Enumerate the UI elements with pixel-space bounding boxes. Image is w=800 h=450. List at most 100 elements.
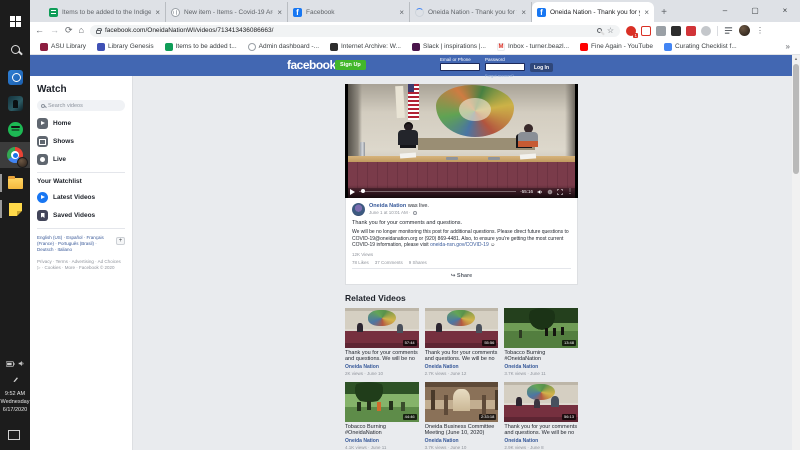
tab-oneida-active[interactable]: f Oneida Nation - Thank you for y × xyxy=(532,2,654,22)
forgot-account-link[interactable]: Forgot account? xyxy=(485,73,525,78)
tab-close-icon[interactable]: × xyxy=(399,8,404,17)
zoom-page-icon[interactable] xyxy=(597,28,602,33)
related-video-card[interactable]: 55:56 Thank you for your comments and qu… xyxy=(425,308,499,376)
comments-count[interactable]: 37 Comments xyxy=(375,260,403,265)
channel-link[interactable]: Oneida Nation xyxy=(345,438,419,444)
sidebar-item-home[interactable]: Home xyxy=(37,118,125,129)
tab-oneida-loading[interactable]: Oneida Nation - Thank you for y × xyxy=(410,2,532,22)
video-title[interactable]: Thank you for your comments and question… xyxy=(345,350,419,363)
bookmark-library-genesis[interactable]: Library Genesis xyxy=(97,43,154,51)
video-thumbnail[interactable]: 44:46 xyxy=(345,382,419,422)
signup-button[interactable]: Sign Up xyxy=(335,60,366,70)
bookmark-items-sheet[interactable]: Items to be added t... xyxy=(165,43,237,51)
action-center-button[interactable] xyxy=(8,430,20,440)
tab-facebook[interactable]: f Facebook × xyxy=(288,2,410,22)
video-thumbnail[interactable]: 56:13 xyxy=(504,382,578,422)
scrollbar-thumb[interactable] xyxy=(793,64,799,174)
channel-link[interactable]: Oneida Nation xyxy=(345,364,419,370)
related-video-card[interactable]: 13:48 Tobacco Burning #OneidaNation Onei… xyxy=(504,308,578,376)
progress-bar[interactable] xyxy=(359,191,516,193)
channel-link[interactable]: Oneida Nation xyxy=(425,438,499,444)
bookmark-star-icon[interactable]: ☆ xyxy=(607,26,614,35)
covid-info-link[interactable]: oneida-nsn.gov/COVID-19 xyxy=(430,242,489,248)
oneida-nation-avatar[interactable] xyxy=(352,203,365,216)
home-button[interactable]: ⌂ xyxy=(79,22,84,39)
address-bar[interactable]: facebook.com/OneidaNationWI/videos/71341… xyxy=(90,25,620,37)
share-button[interactable]: ↪ Share xyxy=(352,271,571,281)
taskbar-app-sticky-notes[interactable] xyxy=(0,196,30,222)
taskbar-app-people[interactable] xyxy=(0,64,30,90)
reload-button[interactable]: ⟳ xyxy=(65,22,73,39)
related-video-card[interactable]: 2:33:18 Oneida Business Committee Meetin… xyxy=(425,382,499,450)
browser-menu-kebab-icon[interactable]: ⋮ xyxy=(756,26,764,35)
tab-close-icon[interactable]: × xyxy=(277,8,282,17)
bookmark-inbox[interactable]: MInbox - turner.beazl... xyxy=(497,43,569,51)
channel-link[interactable]: Oneida Nation xyxy=(504,438,578,444)
sidebar-item-latest-videos[interactable]: Latest Videos xyxy=(37,192,125,203)
adblock-extension-icon[interactable]: 1 xyxy=(626,26,636,36)
email-field[interactable] xyxy=(440,63,480,71)
bookmark-internet-archive[interactable]: Internet Archive: W... xyxy=(330,43,401,51)
extension-icon[interactable] xyxy=(656,26,666,36)
pen-tray[interactable] xyxy=(0,376,30,383)
url-text[interactable]: facebook.com/OneidaNationWI/videos/71341… xyxy=(105,27,593,34)
add-language-button[interactable]: + xyxy=(116,237,125,245)
related-video-card[interactable]: 44:46 Tobacco Burning #OneidaNation Onei… xyxy=(345,382,419,450)
login-button[interactable]: Log In xyxy=(530,63,553,72)
shares-count[interactable]: 9 Shares xyxy=(409,260,427,265)
taskbar-app-photos[interactable] xyxy=(0,90,30,116)
video-title[interactable]: Tobacco Burning #OneidaNation xyxy=(504,350,578,363)
bookmark-admin-dashboard[interactable]: Admin dashboard -... xyxy=(248,43,319,51)
search-videos-input[interactable]: Search videos xyxy=(37,100,125,111)
tab-items-to-be-added[interactable]: Items to be added to the Indige × xyxy=(44,2,166,22)
close-window-button[interactable]: × xyxy=(770,0,800,22)
video-thumbnail[interactable]: 55:56 xyxy=(425,308,499,348)
minimize-button[interactable]: – xyxy=(710,0,740,22)
bookmark-youtube[interactable]: Fine Again - YouTube xyxy=(580,43,653,51)
video-menu-kebab-icon[interactable]: ⋮ xyxy=(567,188,573,195)
post-timestamp[interactable]: June 1 at 10:01 AM · xyxy=(369,210,411,215)
profile-avatar[interactable] xyxy=(739,25,750,36)
new-tab-button[interactable]: + xyxy=(654,2,674,22)
progress-handle[interactable] xyxy=(361,189,365,193)
sidebar-item-live[interactable]: Live xyxy=(37,154,125,165)
tab-close-icon[interactable]: × xyxy=(644,8,649,17)
tab-new-item-covid[interactable]: New item - Items - Covid-19 Arch × xyxy=(166,2,288,22)
maximize-button[interactable]: ▢ xyxy=(740,0,770,22)
post-author-link[interactable]: Oneida Nation xyxy=(369,203,406,209)
video-thumbnail[interactable]: 2:33:18 xyxy=(425,382,499,422)
channel-link[interactable]: Oneida Nation xyxy=(504,364,578,370)
facebook-logo[interactable]: facebook xyxy=(287,58,336,72)
taskbar-search-button[interactable] xyxy=(0,36,30,62)
video-thumbnail[interactable]: 13:48 xyxy=(504,308,578,348)
taskbar-clock[interactable]: 9:52 AM Wednesday 6/17/2020 xyxy=(0,390,30,414)
page-scrollbar[interactable]: ▲ xyxy=(792,55,800,450)
pdf-extension-icon[interactable] xyxy=(686,26,696,36)
bookmark-slack[interactable]: Slack | inspirations |... xyxy=(412,43,486,51)
settings-gear-icon[interactable] xyxy=(547,189,553,195)
video-title[interactable]: Thank you for your comments and question… xyxy=(504,424,578,437)
volume-icon[interactable] xyxy=(537,189,543,195)
forward-button[interactable]: → xyxy=(50,22,59,39)
back-button[interactable]: ← xyxy=(35,22,44,39)
sidebar-item-shows[interactable]: Shows xyxy=(37,136,125,147)
related-video-card[interactable]: 57:44 Thank you for your comments and qu… xyxy=(345,308,419,376)
related-video-card[interactable]: 56:13 Thank you for your comments and qu… xyxy=(504,382,578,450)
taskbar-app-file-explorer[interactable] xyxy=(0,170,30,196)
scrollbar-up-icon[interactable]: ▲ xyxy=(792,55,800,63)
start-button[interactable] xyxy=(0,8,30,34)
sidebar-item-saved-videos[interactable]: Saved Videos xyxy=(37,210,125,221)
system-tray[interactable] xyxy=(0,360,30,367)
play-button[interactable] xyxy=(350,189,355,195)
video-title[interactable]: Oneida Business Committee Meeting (June … xyxy=(425,424,499,437)
password-field[interactable] xyxy=(485,63,525,71)
bookmark-curating-checklist[interactable]: Curating Checklist f... xyxy=(664,43,737,51)
tab-close-icon[interactable]: × xyxy=(521,8,526,17)
video-player[interactable]: -55:16 ⋮ xyxy=(345,84,578,198)
person-extension-icon[interactable] xyxy=(701,26,711,36)
archive-extension-icon[interactable] xyxy=(671,26,681,36)
reading-list-icon[interactable] xyxy=(724,26,733,35)
language-links[interactable]: English (US) · Español · Français (Franc… xyxy=(37,235,125,253)
taskbar-app-spotify[interactable] xyxy=(0,116,30,142)
legal-links[interactable]: Privacy · Terms · Advertising · Ad Choic… xyxy=(37,259,125,271)
